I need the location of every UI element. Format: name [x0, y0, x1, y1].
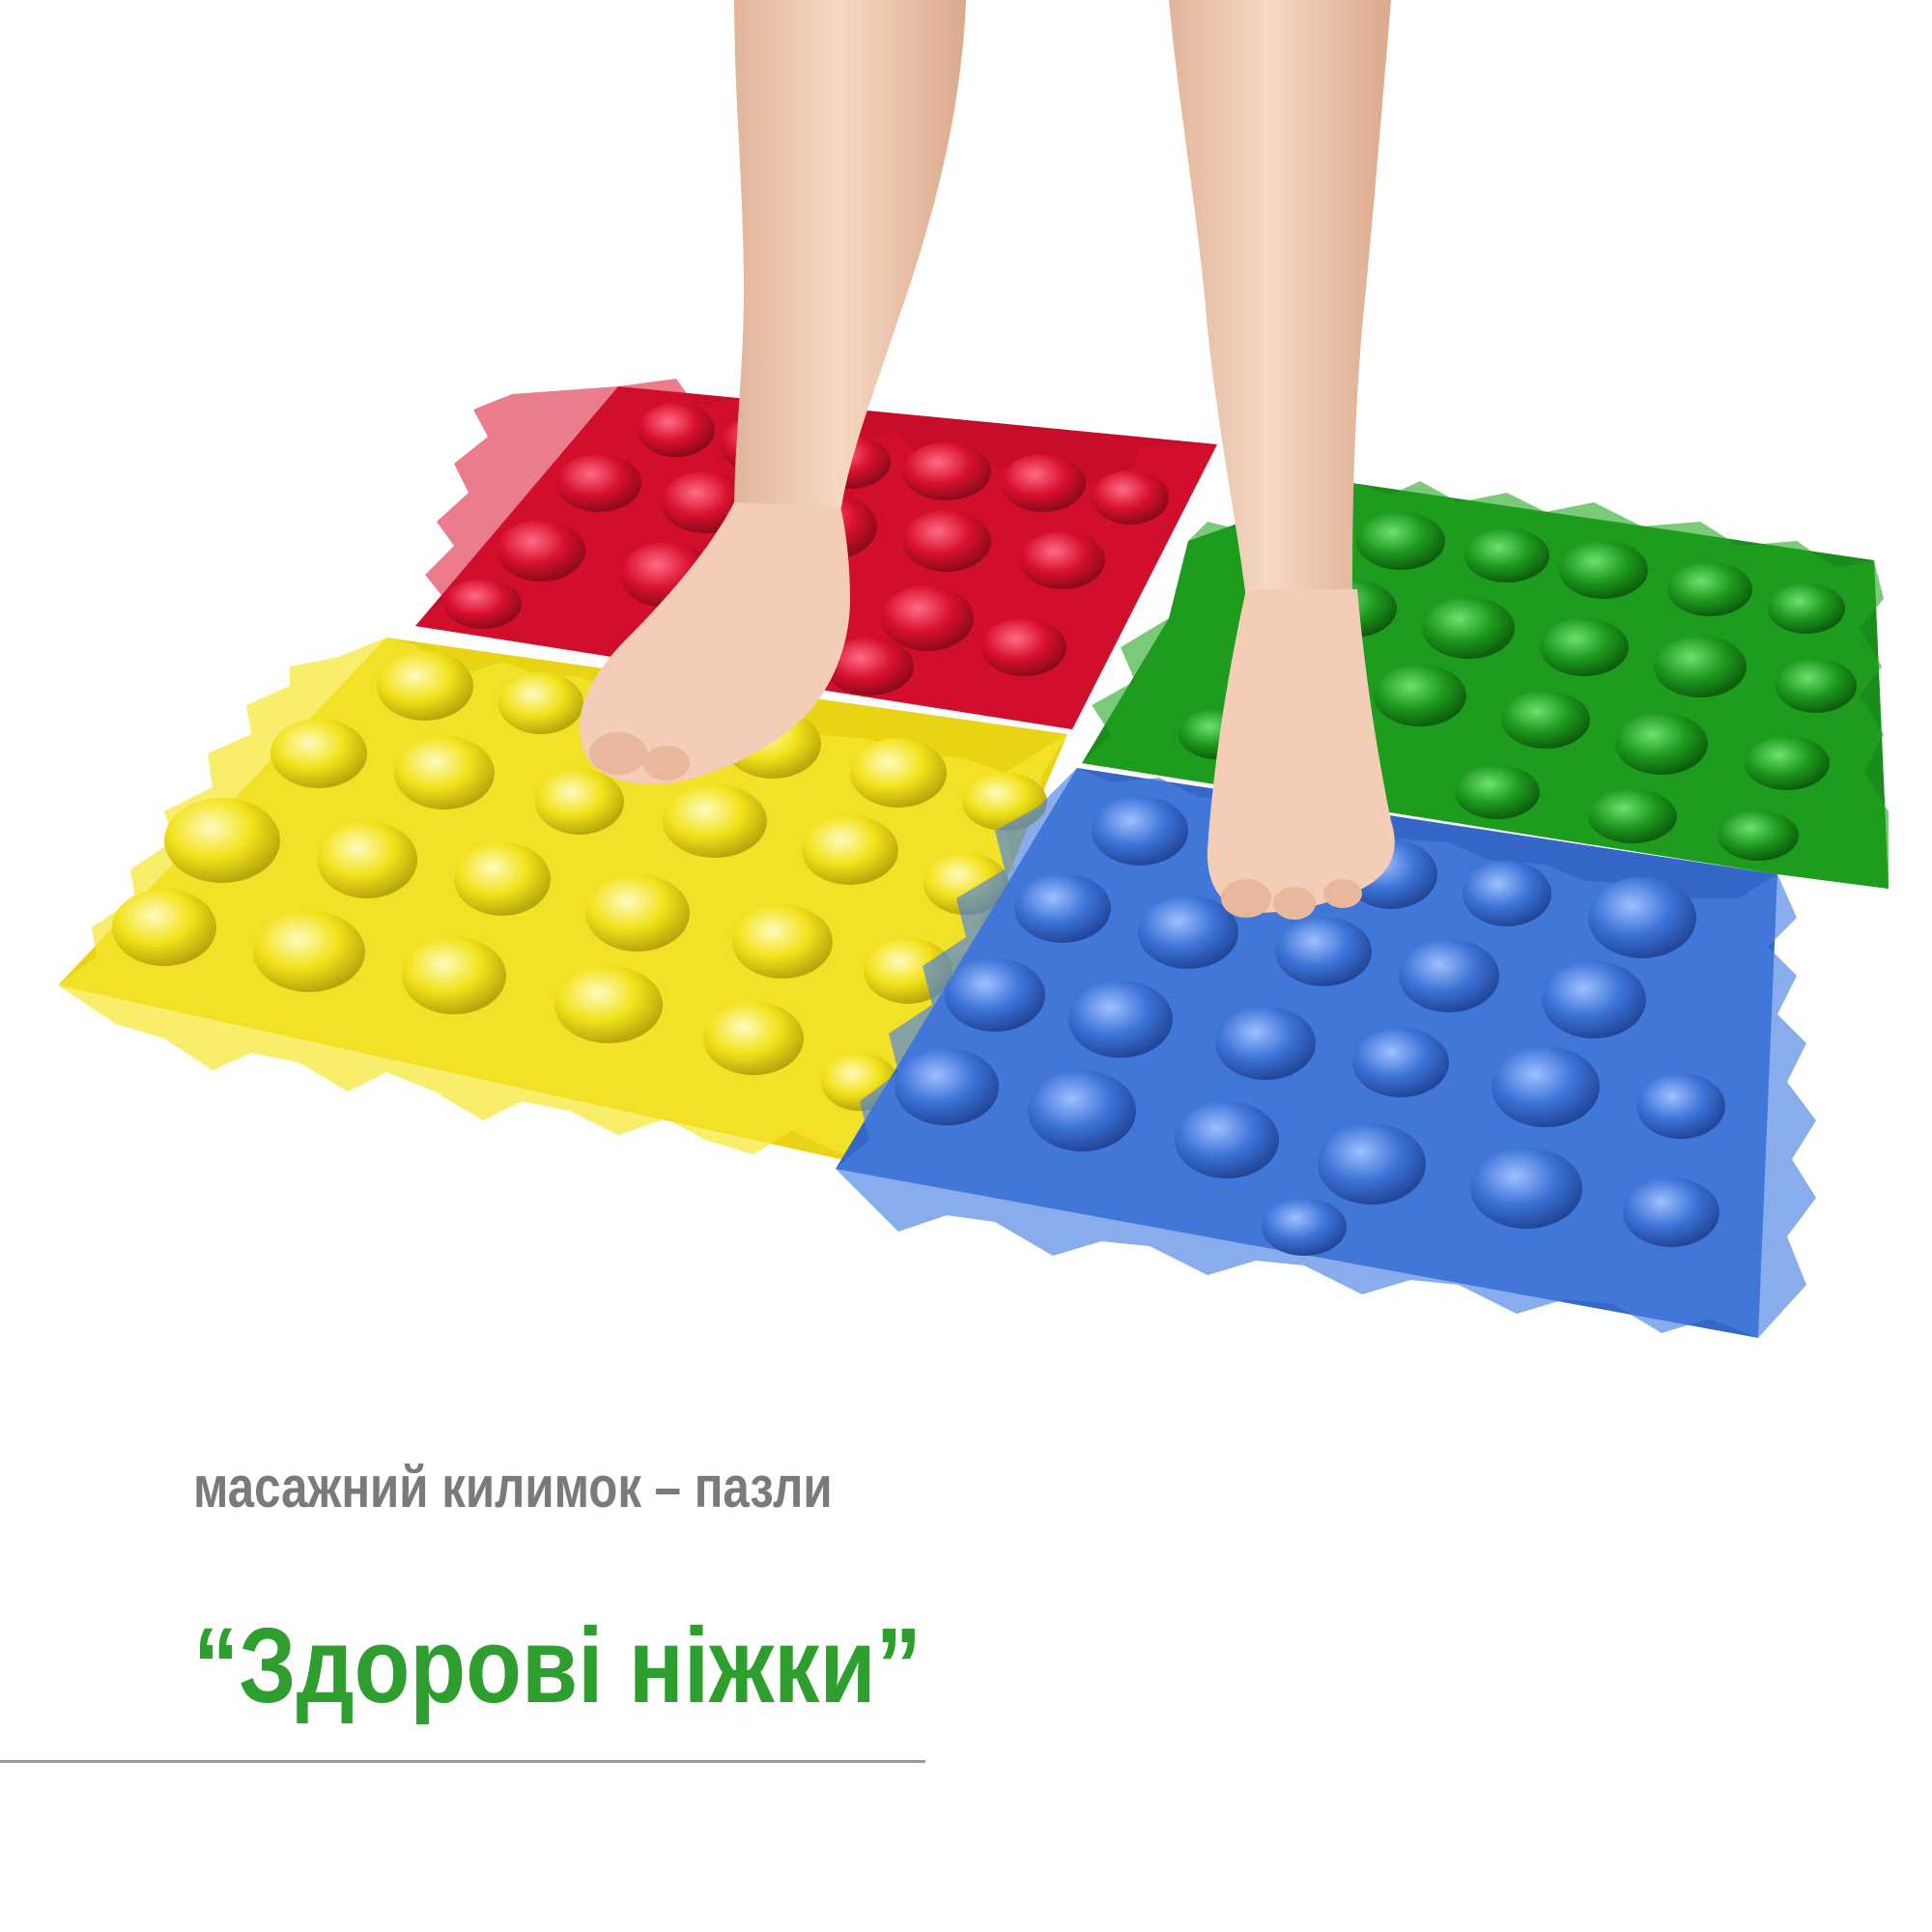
product-image: масажний килимок – пазли “Здорові ніжки”: [0, 0, 1932, 1932]
photo-scene: [58, 0, 1889, 1338]
divider-line: [0, 1760, 925, 1763]
caption-title: “Здорові ніжки”: [193, 1606, 922, 1725]
caption-subtitle: масажний килимок – пазли: [193, 1455, 833, 1520]
